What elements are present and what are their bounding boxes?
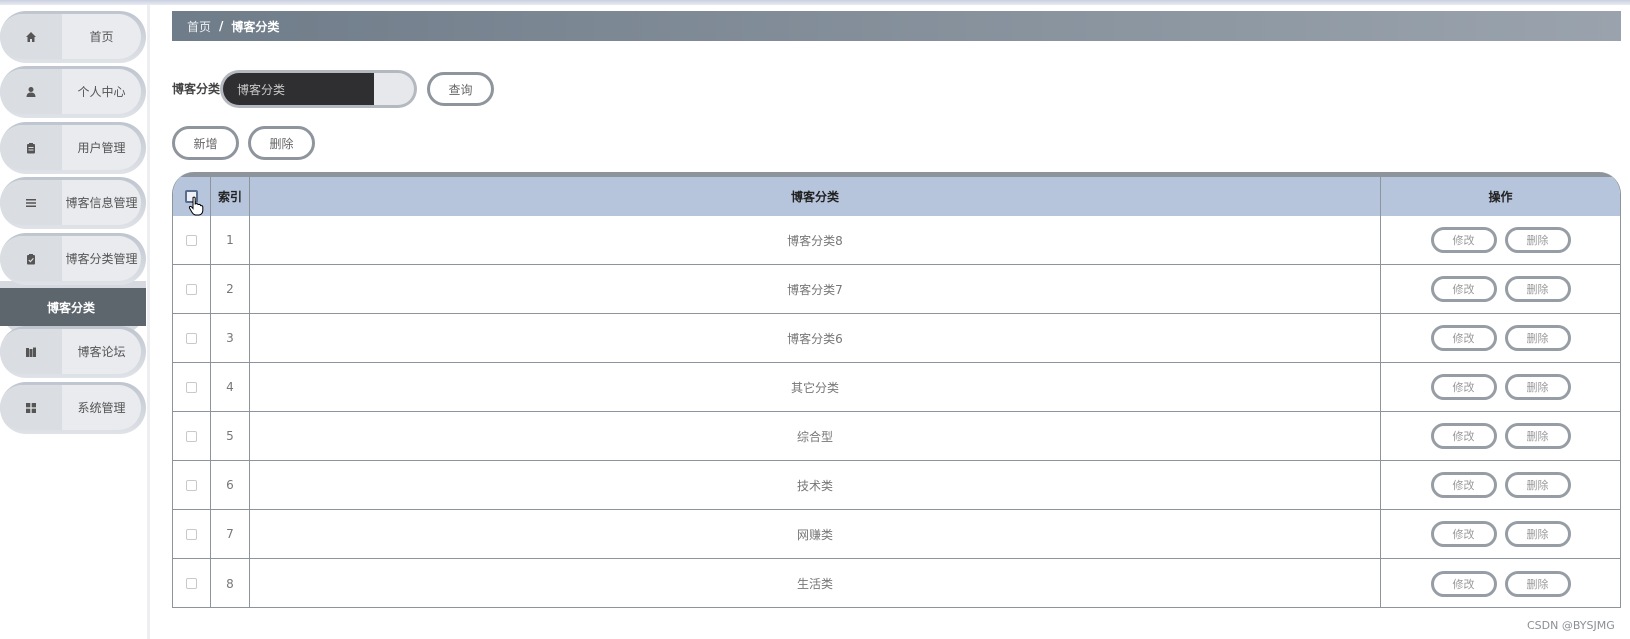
table-header: 索引 博客分类 操作 xyxy=(173,177,1620,216)
table-row: 2 博客分类7 修改 删除 xyxy=(173,265,1620,314)
row-name: 综合型 xyxy=(250,412,1381,460)
row-index: 4 xyxy=(211,363,250,411)
top-bar xyxy=(0,0,1630,5)
row-index: 8 xyxy=(211,559,250,607)
clipboard-icon xyxy=(0,125,62,170)
clipboard-check-icon xyxy=(0,236,62,281)
delete-button[interactable]: 删除 xyxy=(1504,276,1571,302)
sidebar-item-home[interactable]: 首页 xyxy=(0,11,146,63)
sidebar: 首页 个人中心 用户管理 博客信息管理 博客分类管理 博客分类 博客论坛 系统管… xyxy=(0,5,150,639)
edit-button[interactable]: 修改 xyxy=(1430,325,1497,351)
table-body: 1 博客分类8 修改 删除 2 博客分类7 修改 删除 3 博客分类6 修改 删… xyxy=(173,216,1620,607)
header-name: 博客分类 xyxy=(250,177,1381,216)
row-name: 技术类 xyxy=(250,461,1381,509)
sidebar-item-label: 个人中心 xyxy=(77,85,126,99)
sidebar-item-user-management[interactable]: 用户管理 xyxy=(0,122,146,174)
sidebar-item-label: 博客论坛 xyxy=(77,345,126,359)
batch-delete-button[interactable]: 删除 xyxy=(248,126,315,160)
row-checkbox[interactable] xyxy=(186,234,197,246)
add-button[interactable]: 新增 xyxy=(172,126,239,160)
table-row: 5 综合型 修改 删除 xyxy=(173,412,1620,461)
edit-button[interactable]: 修改 xyxy=(1430,521,1497,547)
edit-button[interactable]: 修改 xyxy=(1430,374,1497,400)
sidebar-item-blog-info[interactable]: 博客信息管理 xyxy=(0,177,146,229)
person-icon xyxy=(0,69,62,114)
home-icon xyxy=(0,14,62,59)
table-row: 7 网赚类 修改 删除 xyxy=(173,510,1620,559)
edit-button[interactable]: 修改 xyxy=(1430,423,1497,449)
delete-button[interactable]: 删除 xyxy=(1504,472,1571,498)
delete-button[interactable]: 删除 xyxy=(1504,227,1571,253)
submenu-item-blog-category[interactable]: 博客分类 xyxy=(0,288,146,326)
delete-button[interactable]: 删除 xyxy=(1504,325,1571,351)
delete-button[interactable]: 删除 xyxy=(1504,374,1571,400)
breadcrumb: 首页 / 博客分类 xyxy=(172,11,1621,41)
sidebar-item-system-management[interactable]: 系统管理 xyxy=(0,382,146,434)
row-checkbox[interactable] xyxy=(186,578,197,589)
edit-button[interactable]: 修改 xyxy=(1430,472,1497,498)
sidebar-item-label: 首页 xyxy=(89,30,114,44)
row-index: 6 xyxy=(211,461,250,509)
search-input-wrapper: 博客分类 xyxy=(220,70,417,108)
search-button[interactable]: 查询 xyxy=(427,72,494,106)
row-name: 其它分类 xyxy=(250,363,1381,411)
books-icon xyxy=(0,329,62,374)
grid-icon xyxy=(0,385,62,430)
delete-button[interactable]: 删除 xyxy=(1504,423,1571,449)
edit-button[interactable]: 修改 xyxy=(1430,227,1497,253)
row-name: 网赚类 xyxy=(250,510,1381,558)
sidebar-item-personal-center[interactable]: 个人中心 xyxy=(0,66,146,118)
table-row: 3 博客分类6 修改 删除 xyxy=(173,314,1620,363)
row-index: 2 xyxy=(211,265,250,313)
sidebar-item-label: 博客信息管理 xyxy=(65,196,138,210)
header-index: 索引 xyxy=(211,177,250,216)
sidebar-item-label: 博客分类管理 xyxy=(65,252,138,266)
table-row: 8 生活类 修改 删除 xyxy=(173,559,1620,607)
edit-button[interactable]: 修改 xyxy=(1430,276,1497,302)
row-index: 1 xyxy=(211,216,250,264)
list-icon xyxy=(0,180,62,225)
row-checkbox[interactable] xyxy=(186,430,197,442)
sidebar-item-label: 系统管理 xyxy=(77,401,126,415)
hand-cursor-icon xyxy=(188,196,204,216)
row-index: 3 xyxy=(211,314,250,362)
sidebar-item-label: 用户管理 xyxy=(77,141,126,155)
row-index: 7 xyxy=(211,510,250,558)
search-label: 博客分类 xyxy=(172,82,221,96)
delete-button[interactable]: 删除 xyxy=(1504,570,1571,597)
watermark: CSDN @BYSJMG xyxy=(1527,619,1615,632)
sidebar-item-blog-forum[interactable]: 博客论坛 xyxy=(0,326,146,378)
breadcrumb-current: 博客分类 xyxy=(231,19,280,34)
row-checkbox[interactable] xyxy=(186,283,197,295)
edit-button[interactable]: 修改 xyxy=(1430,570,1497,597)
row-checkbox[interactable] xyxy=(186,528,197,540)
search-input[interactable]: 博客分类 xyxy=(223,73,374,105)
row-checkbox[interactable] xyxy=(186,479,197,491)
row-name: 博客分类8 xyxy=(250,216,1381,264)
row-name: 博客分类6 xyxy=(250,314,1381,362)
table-row: 6 技术类 修改 删除 xyxy=(173,461,1620,510)
table-row: 4 其它分类 修改 删除 xyxy=(173,363,1620,412)
row-checkbox[interactable] xyxy=(186,332,197,344)
category-table: 索引 博客分类 操作 1 博客分类8 修改 删除 2 博客分类7 修改 删除 3… xyxy=(172,172,1621,608)
header-actions: 操作 xyxy=(1488,190,1513,204)
row-checkbox[interactable] xyxy=(186,381,197,393)
breadcrumb-separator: / xyxy=(219,19,224,33)
row-name: 博客分类7 xyxy=(250,265,1381,313)
delete-button[interactable]: 删除 xyxy=(1504,521,1571,547)
row-index: 5 xyxy=(211,412,250,460)
row-name: 生活类 xyxy=(250,559,1381,607)
table-row: 1 博客分类8 修改 删除 xyxy=(173,216,1620,265)
breadcrumb-home[interactable]: 首页 xyxy=(187,18,211,35)
sidebar-item-blog-category-management[interactable]: 博客分类管理 xyxy=(0,233,146,285)
